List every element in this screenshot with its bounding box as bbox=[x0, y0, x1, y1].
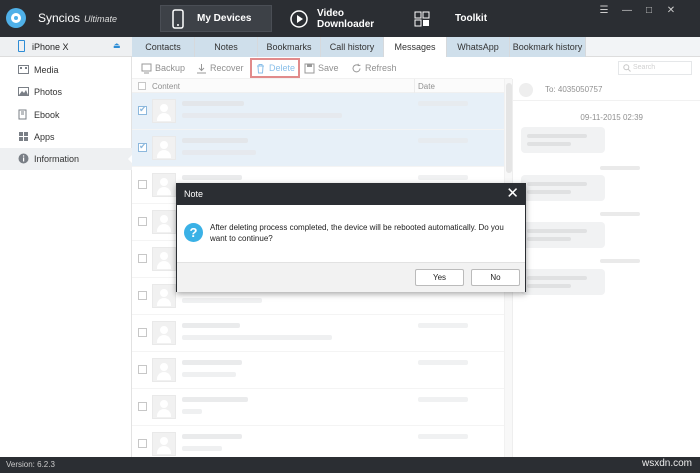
yes-button[interactable]: Yes bbox=[415, 269, 464, 286]
nav-my-devices[interactable]: My Devices bbox=[160, 5, 272, 32]
dialog-title: Note bbox=[184, 189, 204, 199]
nav-video-downloader[interactable]: Video Downloader bbox=[284, 5, 392, 32]
play-icon bbox=[290, 8, 309, 30]
status-bar: Version: 6.2.3 wsxdn.com bbox=[0, 457, 700, 473]
sidebar-item-label: Photos bbox=[34, 87, 63, 97]
sidebar-item-label: Media bbox=[34, 65, 59, 75]
device-selector[interactable]: iPhone X ⏏ bbox=[0, 37, 132, 57]
sidebar-item-label: Ebook bbox=[34, 110, 60, 120]
app-name: Syncios bbox=[38, 11, 81, 25]
nav-video-downloader-label: Video Downloader bbox=[316, 7, 375, 30]
sidebar-item-label: Information bbox=[34, 154, 80, 164]
info-icon bbox=[18, 153, 29, 164]
maximize-button[interactable]: □ bbox=[642, 4, 656, 18]
app-title: Syncios Ultimate bbox=[38, 11, 117, 25]
watermark: wsxdn.com bbox=[641, 458, 692, 469]
sidebar-item-apps[interactable]: Apps bbox=[0, 126, 132, 148]
app-edition: Ultimate bbox=[84, 14, 118, 24]
phone-icon bbox=[18, 40, 25, 52]
sidebar: iPhone X ⏏ Media Photos Ebook Apps Infor… bbox=[0, 37, 133, 457]
question-icon: ? bbox=[184, 223, 203, 242]
nav-toolkit[interactable]: Toolkit bbox=[405, 5, 515, 32]
tab-bookmark-history[interactable]: Bookmark history bbox=[510, 37, 586, 57]
eject-icon[interactable]: ⏏ bbox=[113, 41, 121, 50]
device-name: iPhone X bbox=[32, 42, 69, 52]
syncios-logo-icon bbox=[6, 8, 26, 28]
confirm-dialog: Note ✕ ? After deleting process complete… bbox=[176, 183, 526, 292]
tab-messages[interactable]: Messages bbox=[384, 37, 447, 57]
minimize-button[interactable]: — bbox=[620, 4, 634, 18]
dialog-message: After deleting process completed, the de… bbox=[210, 223, 504, 243]
tab-whatsapp[interactable]: WhatsApp bbox=[447, 37, 510, 57]
sidebar-item-media[interactable]: Media bbox=[0, 59, 132, 81]
title-bar: Syncios Ultimate My Devices Video Downloa… bbox=[0, 0, 700, 37]
nav-my-devices-label: My Devices bbox=[197, 13, 252, 24]
dialog-title-bar: Note ✕ bbox=[177, 184, 525, 205]
book-icon bbox=[18, 109, 27, 120]
phone-icon bbox=[167, 8, 189, 30]
grid-icon bbox=[411, 8, 433, 30]
tab-bookmarks[interactable]: Bookmarks bbox=[258, 37, 321, 57]
tab-bar: Contacts Notes Bookmarks Call history Me… bbox=[132, 37, 700, 57]
tab-contacts[interactable]: Contacts bbox=[132, 37, 195, 57]
close-button[interactable]: ✕ bbox=[664, 4, 678, 18]
apps-icon bbox=[19, 132, 28, 141]
no-button[interactable]: No bbox=[471, 269, 520, 286]
dialog-close-button[interactable]: ✕ bbox=[506, 185, 519, 203]
menu-icon[interactable]: ☰ bbox=[597, 4, 611, 18]
photo-icon bbox=[18, 87, 29, 96]
dialog-footer: Yes No bbox=[177, 262, 525, 292]
sidebar-item-label: Apps bbox=[34, 132, 55, 142]
sidebar-item-photos[interactable]: Photos bbox=[0, 81, 132, 103]
tab-call-history[interactable]: Call history bbox=[321, 37, 384, 57]
version-label: Version: 6.2.3 bbox=[6, 460, 55, 469]
tab-notes[interactable]: Notes bbox=[195, 37, 258, 57]
film-icon bbox=[18, 65, 29, 74]
sidebar-item-ebook[interactable]: Ebook bbox=[0, 104, 132, 126]
sidebar-item-information[interactable]: Information bbox=[0, 148, 133, 170]
nav-toolkit-label: Toolkit bbox=[455, 13, 488, 24]
